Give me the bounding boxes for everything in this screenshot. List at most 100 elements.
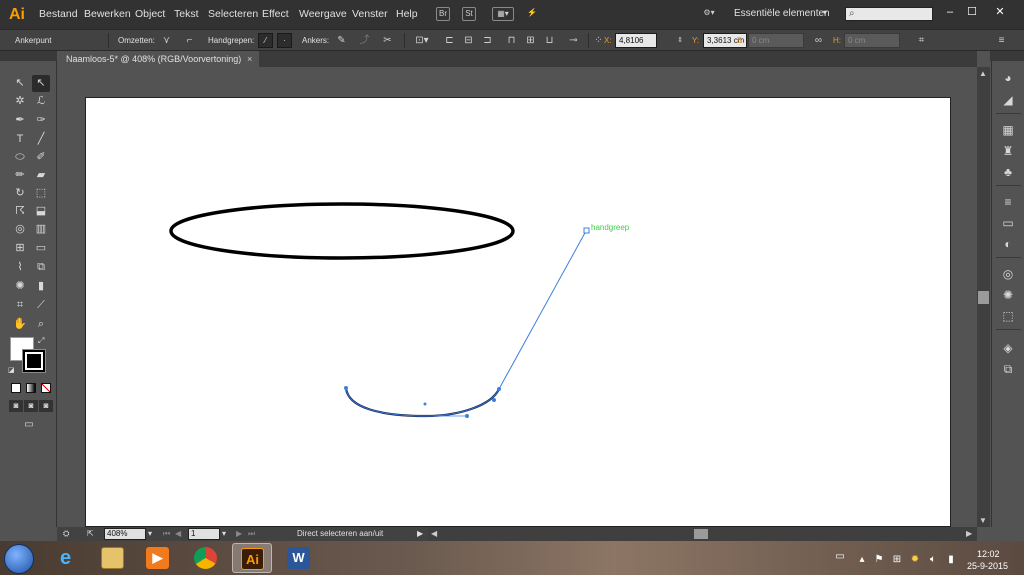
draw-behind-icon[interactable]: ◙: [24, 400, 38, 412]
menu-bewerken[interactable]: Bewerken: [84, 8, 131, 20]
illustrator-button[interactable]: Ai: [232, 543, 272, 573]
chevron-down-icon[interactable]: ▾: [823, 8, 827, 17]
hand-tool-icon[interactable]: ✋: [11, 316, 29, 333]
align-middle-icon[interactable]: ⊞: [524, 34, 537, 47]
workspace-switcher[interactable]: Essentiële elementen: [734, 8, 830, 19]
sync-settings-icon[interactable]: ⚙▾: [700, 7, 718, 21]
close-tab-button[interactable]: ×: [247, 51, 257, 67]
scale-tool-icon[interactable]: ⬚: [32, 185, 50, 202]
pencil-tool-icon[interactable]: ✏: [11, 167, 29, 184]
clock-time[interactable]: 12:02: [977, 549, 1000, 559]
artboard[interactable]: handgreep: [85, 97, 951, 527]
symbols-icon[interactable]: ♣: [1000, 165, 1016, 180]
y-stepper[interactable]: ⇕: [676, 34, 684, 47]
graphic-styles-icon[interactable]: ✺: [1000, 288, 1016, 303]
gpu-performance-icon[interactable]: ⚡: [525, 7, 539, 21]
ellipse-tool-icon[interactable]: ⬭: [11, 149, 29, 166]
chevron-down-icon[interactable]: ▾: [222, 529, 226, 538]
horizontal-scroll-thumb[interactable]: [694, 529, 708, 539]
screen-mode-icon[interactable]: ▭: [20, 418, 38, 432]
menu-venster[interactable]: Venster: [352, 8, 388, 20]
menu-weergave[interactable]: Weergave: [299, 8, 347, 20]
remove-anchor-icon[interactable]: ✎: [335, 34, 348, 47]
tool-status-text[interactable]: Direct selecteren aan/uit: [297, 529, 383, 538]
type-tool-icon[interactable]: T: [11, 131, 29, 148]
close-window-button[interactable]: ✕: [990, 5, 1010, 19]
volume-icon[interactable]: 🔈︎: [927, 554, 939, 566]
start-button[interactable]: [4, 544, 34, 574]
windows-tray-icon[interactable]: ⊞: [891, 554, 903, 566]
appearance-icon[interactable]: ◎: [1000, 267, 1016, 282]
document-tab[interactable]: Naamloos-5* @ 408% (RGB/Voorvertoning): [57, 51, 259, 67]
color-mode-icon[interactable]: [11, 383, 21, 393]
anchor-icon[interactable]: ⊸: [567, 34, 580, 47]
eraser-tool-icon[interactable]: ▰: [32, 167, 50, 184]
chrome-button[interactable]: [186, 543, 226, 573]
gradient-tool-icon[interactable]: ▭: [32, 240, 50, 257]
mesh-tool-icon[interactable]: ⊞: [11, 240, 29, 257]
arrange-documents-icon[interactable]: ▦▾: [492, 7, 514, 21]
media-player-button[interactable]: ▶: [138, 543, 178, 573]
warp-tool-icon[interactable]: ☈: [11, 203, 29, 220]
brushes-icon[interactable]: ♜: [1000, 144, 1016, 159]
scroll-left-icon[interactable]: ◀: [431, 529, 437, 538]
column-graph-tool-icon[interactable]: ▮: [32, 278, 50, 295]
weather-icon[interactable]: ✹: [909, 554, 921, 566]
handle-point[interactable]: [465, 414, 469, 418]
pen-tool-icon[interactable]: ✒: [11, 112, 29, 129]
ellipse-shape[interactable]: [169, 202, 515, 260]
internet-explorer-button[interactable]: e: [46, 543, 86, 573]
shape-builder-tool-icon[interactable]: ◎: [11, 221, 29, 238]
color-panel-icon[interactable]: ◕: [1000, 71, 1016, 86]
panel-menu-icon[interactable]: ≡: [995, 34, 1008, 47]
link-icon[interactable]: ∞: [812, 34, 825, 47]
artboard-tool-icon[interactable]: ⌗: [11, 297, 29, 314]
artwork-canvas[interactable]: handgreep: [86, 98, 952, 528]
menu-effect[interactable]: Effect: [262, 8, 289, 20]
scroll-up-icon[interactable]: ▲: [979, 69, 987, 78]
menu-selecteren[interactable]: Selecteren: [208, 8, 258, 20]
default-colors-icon[interactable]: ◪: [8, 366, 18, 376]
convert-smooth-icon[interactable]: ⌐: [183, 34, 196, 47]
align-to-icon[interactable]: ⊡▾: [412, 34, 432, 47]
align-right-icon[interactable]: ⊐: [481, 34, 494, 47]
line-tool-icon[interactable]: ╱: [32, 131, 50, 148]
free-transform-tool-icon[interactable]: ⬓: [32, 203, 50, 220]
blend-tool-icon[interactable]: ⧉: [32, 259, 50, 276]
align-bottom-icon[interactable]: ⊔: [543, 34, 556, 47]
align-center-icon[interactable]: ⊟: [462, 34, 475, 47]
artboards-icon[interactable]: ⧉: [1000, 362, 1016, 377]
align-left-icon[interactable]: ⊏: [443, 34, 456, 47]
draw-inside-icon[interactable]: ◙: [39, 400, 53, 412]
layers-icon[interactable]: ◈: [1000, 341, 1016, 356]
curve-path[interactable]: [344, 387, 500, 418]
search-input[interactable]: ⌕: [845, 7, 933, 21]
maximize-button[interactable]: ☐: [962, 5, 982, 19]
stroke-panel-icon[interactable]: ≡: [1000, 195, 1016, 210]
none-mode-icon[interactable]: [41, 383, 51, 393]
network-icon[interactable]: ▮: [945, 554, 957, 566]
slice-tool-icon[interactable]: ⟋: [32, 297, 50, 314]
direct-selection-tool-icon[interactable]: ↖: [32, 75, 50, 92]
tray-device-icon[interactable]: ▭: [834, 551, 846, 563]
color-guide-icon[interactable]: ◢: [1000, 93, 1016, 108]
scroll-right-icon[interactable]: ▶: [966, 529, 972, 538]
swatches-icon[interactable]: ▦: [1000, 123, 1016, 138]
menu-object[interactable]: Object: [135, 8, 165, 20]
gradient-mode-icon[interactable]: [26, 383, 36, 393]
scroll-down-icon[interactable]: ▼: [979, 516, 987, 525]
symbol-sprayer-tool-icon[interactable]: ✺: [11, 278, 29, 295]
stroke-swatch[interactable]: [22, 349, 46, 373]
zoom-tool-icon[interactable]: ⌕: [32, 316, 50, 333]
eyedropper-tool-icon[interactable]: ⌇: [11, 259, 29, 276]
transform-icon[interactable]: ⌗: [915, 34, 928, 47]
bridge-icon[interactable]: Br: [436, 7, 450, 21]
x-field[interactable]: 4,8106 cm: [615, 33, 657, 58]
minimize-button[interactable]: –: [940, 5, 960, 19]
gradient-panel-icon[interactable]: ▭: [1000, 216, 1016, 231]
gpu-status-icon[interactable]: ⛭: [63, 529, 69, 539]
clock-date[interactable]: 25-9-2015: [967, 561, 1008, 571]
anchor-point[interactable]: [344, 386, 348, 390]
swap-fill-stroke-icon[interactable]: ⤢: [38, 336, 48, 346]
status-menu-arrow-icon[interactable]: ▶: [417, 529, 423, 538]
